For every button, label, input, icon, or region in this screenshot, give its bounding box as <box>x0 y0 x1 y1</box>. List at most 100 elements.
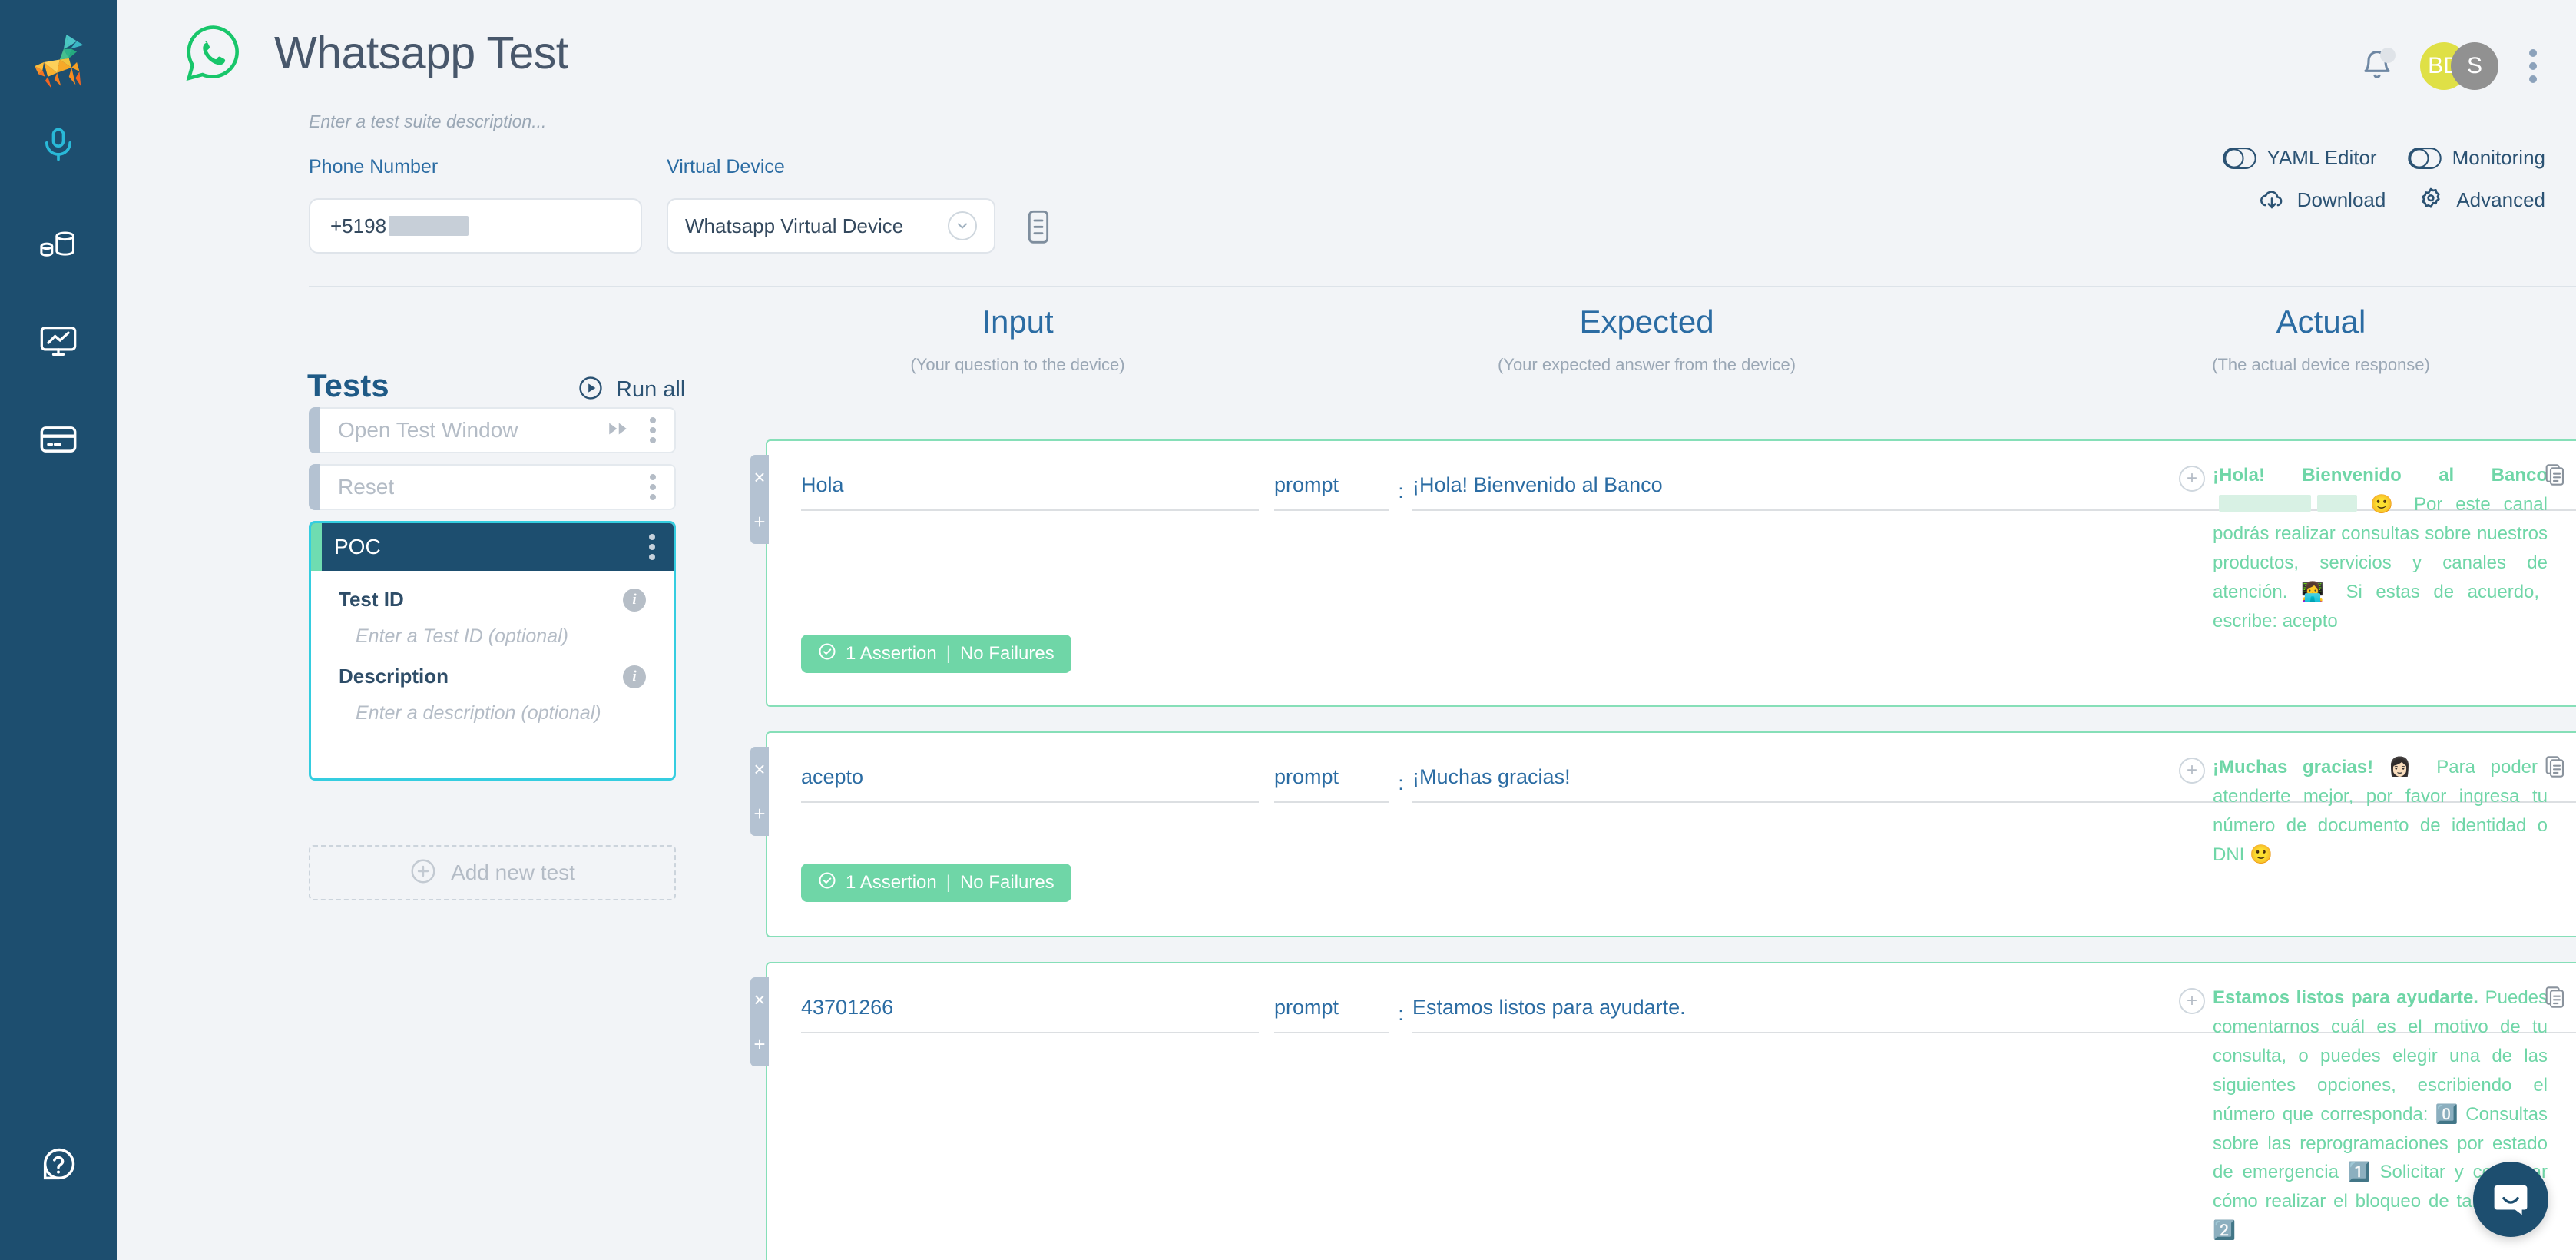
plus-circle-icon[interactable]: + <box>2179 988 2205 1014</box>
assertion-count: 1 Assertion <box>846 872 937 893</box>
play-circle-icon <box>578 375 604 405</box>
failure-count: No Failures <box>959 872 1055 893</box>
plus-icon[interactable]: + <box>750 1022 769 1066</box>
main-content: Whatsapp Test Enter a test suite descrip… <box>117 0 2576 1260</box>
test-id-input[interactable]: Enter a Test ID (optional) <box>339 625 646 648</box>
header-actions: BD S <box>2360 42 2541 90</box>
add-new-test-button[interactable]: Add new test <box>309 845 676 900</box>
plus-circle-icon[interactable]: + <box>2179 466 2205 492</box>
avatar[interactable]: S <box>2451 42 2498 90</box>
badge-separator: | <box>945 872 951 893</box>
whatsapp-icon <box>182 22 245 85</box>
badge-separator: | <box>945 643 951 664</box>
copy-document-icon[interactable] <box>2543 985 2568 1013</box>
chat-smile-icon[interactable] <box>2473 1162 2548 1237</box>
close-x-icon[interactable]: × <box>750 977 769 1022</box>
close-x-icon[interactable]: × <box>750 747 769 791</box>
suite-options: YAML Editor Monitoring Download Advanced <box>2222 146 2545 214</box>
suite-description-placeholder[interactable]: Enter a test suite description... <box>309 111 546 132</box>
close-x-icon[interactable]: × <box>750 455 769 499</box>
run-all-label: Run all <box>616 377 686 402</box>
row-separator: : <box>1398 1002 1404 1025</box>
run-all-button[interactable]: Run all <box>578 375 685 405</box>
download-label: Download <box>2296 187 2386 211</box>
monitoring-label: Monitoring <box>2452 146 2545 169</box>
toggle-switch-icon <box>2407 147 2442 170</box>
column-header-expected: Expected (Your expected answer from the … <box>1498 306 1796 375</box>
assertion-count: 1 Assertion <box>846 643 937 664</box>
selected-test-name: POC <box>334 535 381 559</box>
sidebar-item-analytics[interactable] <box>0 292 117 390</box>
phone-number-input[interactable]: +5198 <box>309 198 642 254</box>
row-input-cell[interactable]: acepto <box>767 765 1259 803</box>
monitoring-toggle[interactable]: Monitoring <box>2407 146 2545 170</box>
llama-logo-icon[interactable] <box>25 29 91 95</box>
notification-bell-icon[interactable] <box>2360 48 2396 84</box>
description-input[interactable]: Enter a description (optional) <box>339 702 646 724</box>
row-separator: : <box>1398 771 1404 794</box>
row-type-value: prompt <box>1274 765 1389 803</box>
selected-test-card: POC Test ID i Enter a Test ID (optional)… <box>309 521 676 781</box>
redacted-bank-name <box>2219 494 2311 512</box>
row-side-tabs: × + <box>750 455 769 544</box>
fast-forward-icon[interactable] <box>608 422 631 439</box>
test-item-label: Open Test Window <box>338 418 518 442</box>
row-input-value: 43701266 <box>801 996 1259 1033</box>
row-type-cell[interactable]: prompt <box>1274 996 1389 1033</box>
test-list-item[interactable]: Open Test Window <box>309 407 676 453</box>
row-side-tabs: × + <box>750 977 769 1066</box>
tests-panel-title: Tests <box>307 367 389 403</box>
plus-icon[interactable]: + <box>750 791 769 836</box>
actual-bold-prefix: ¡Hola! Bienvenido al Banco <box>2213 465 2548 486</box>
yaml-editor-toggle[interactable]: YAML Editor <box>2222 146 2377 170</box>
row-input-cell[interactable]: 43701266 <box>767 996 1259 1033</box>
selected-test-header[interactable]: POC <box>311 523 674 571</box>
description-label: Description <box>339 665 449 688</box>
download-button[interactable]: Download <box>2257 185 2386 214</box>
sidebar-item-billing[interactable] <box>0 390 117 489</box>
virtual-device-select[interactable]: Whatsapp Virtual Device <box>667 198 995 254</box>
plus-icon[interactable]: + <box>750 499 769 544</box>
redacted-phone-digits <box>389 216 469 236</box>
yaml-editor-label: YAML Editor <box>2266 146 2377 169</box>
sidebar-item-devices[interactable] <box>0 194 117 292</box>
row-type-cell[interactable]: prompt <box>1274 765 1389 803</box>
check-circle-icon <box>818 642 836 666</box>
more-vertical-icon[interactable] <box>2525 45 2541 88</box>
test-item-menu-icon[interactable] <box>644 471 662 503</box>
chevron-down-icon[interactable] <box>948 211 977 240</box>
sidebar-item-voice[interactable] <box>0 95 117 194</box>
row-type-cell[interactable]: prompt <box>1274 473 1389 511</box>
actual-rest-text: 🙂 Por este canal podrás realizar consult… <box>2213 493 2548 632</box>
actual-bold-prefix: Estamos listos para ayudarte. <box>2213 987 2478 1008</box>
selected-test-accent <box>311 523 322 571</box>
test-item-accent <box>309 464 320 510</box>
table-row: × + acepto prompt : ¡Muchas gracias! 1 A… <box>750 731 2576 937</box>
redacted-bank-name-2 <box>2317 494 2357 512</box>
copy-document-icon[interactable] <box>2543 754 2568 783</box>
plus-circle-icon[interactable]: + <box>2179 758 2205 784</box>
phone-number-label: Phone Number <box>309 156 439 177</box>
advanced-button[interactable]: Advanced <box>2416 185 2545 214</box>
column-title: Input <box>982 303 1054 340</box>
row-input-value: Hola <box>801 473 1259 511</box>
row-type-value: prompt <box>1274 473 1389 511</box>
help-question-icon[interactable] <box>0 1116 117 1214</box>
page-title: Whatsapp Test <box>274 27 568 78</box>
info-icon[interactable]: i <box>623 665 646 688</box>
info-icon[interactable]: i <box>623 588 646 612</box>
column-header-input: Input (Your question to the device) <box>910 306 1124 375</box>
table-row: × + 43701266 prompt : Estamos listos par… <box>750 962 2576 1260</box>
row-actual-text: ¡Muchas gracias! 👩🏻 Para poder atenderte… <box>2213 753 2548 870</box>
copy-document-icon[interactable] <box>2543 463 2568 491</box>
test-item-menu-icon[interactable] <box>644 414 662 446</box>
row-input-cell[interactable]: Hola <box>767 473 1259 511</box>
column-title: Expected <box>1579 303 1714 340</box>
gear-icon <box>2416 185 2445 214</box>
selected-test-menu-icon[interactable] <box>643 531 661 563</box>
virtual-device-label: Virtual Device <box>667 156 785 177</box>
toggle-switch-icon <box>2222 147 2256 170</box>
test-list-item[interactable]: Reset <box>309 464 676 510</box>
advanced-label: Advanced <box>2456 187 2545 211</box>
device-document-icon[interactable] <box>1023 209 1054 246</box>
